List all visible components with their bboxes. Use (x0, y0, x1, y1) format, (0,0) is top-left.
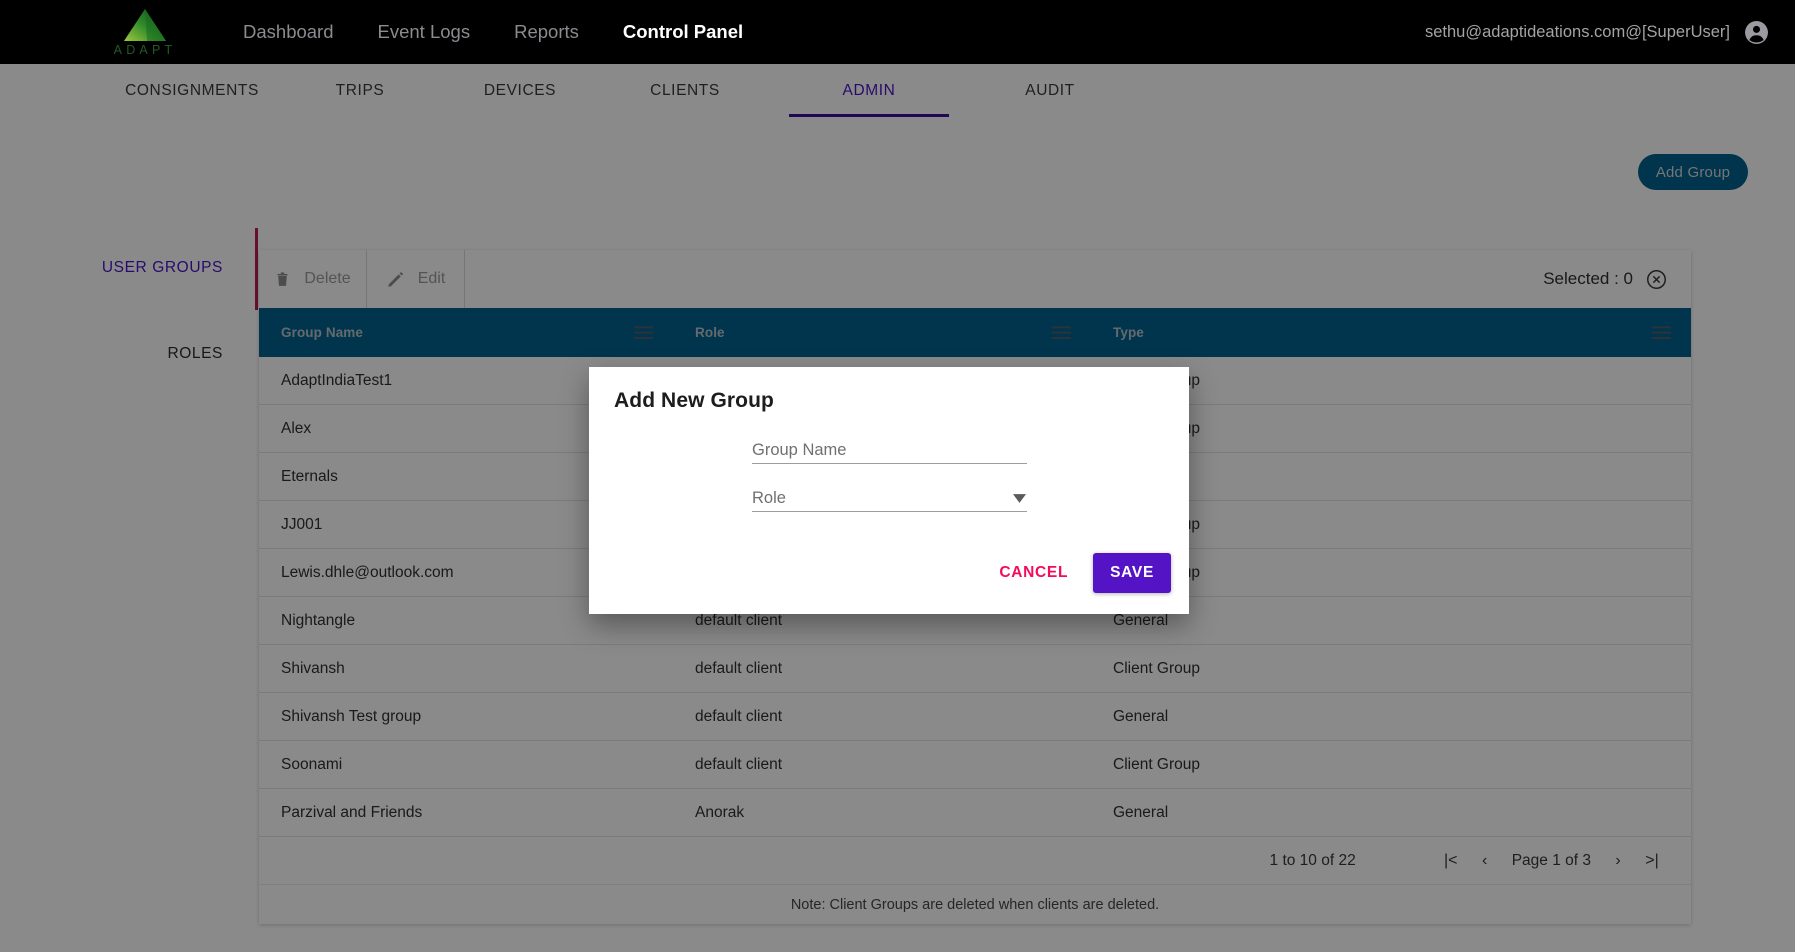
role-field (752, 485, 1027, 512)
nav-link-reports[interactable]: Reports (514, 21, 579, 43)
nav-link-event-logs[interactable]: Event Logs (378, 21, 471, 43)
cancel-button[interactable]: CANCEL (989, 555, 1078, 591)
adapt-triangle-logo-icon (124, 8, 166, 41)
app-logo[interactable]: ADAPT (85, 8, 205, 57)
dialog-action-row: CANCEL SAVE (989, 553, 1171, 593)
nav-link-dashboard[interactable]: Dashboard (243, 21, 334, 43)
nav-link-control-panel[interactable]: Control Panel (623, 21, 743, 43)
group-name-input[interactable] (752, 437, 1027, 463)
logo-wordmark: ADAPT (113, 42, 177, 57)
user-account-area: sethu@adaptideations.com@[SuperUser] (1425, 0, 1769, 64)
top-navigation-bar: ADAPT Dashboard Event Logs Reports Contr… (0, 0, 1795, 64)
add-new-group-dialog: Add New Group CANCEL SAVE (589, 367, 1189, 614)
user-email-label: sethu@adaptideations.com@[SuperUser] (1425, 22, 1730, 41)
dialog-title: Add New Group (614, 389, 774, 412)
account-circle-icon[interactable] (1744, 20, 1769, 45)
group-name-field (752, 437, 1027, 464)
dropdown-caret-icon[interactable] (1013, 494, 1026, 503)
role-select-input[interactable] (752, 485, 1027, 511)
save-button[interactable]: SAVE (1093, 553, 1171, 593)
